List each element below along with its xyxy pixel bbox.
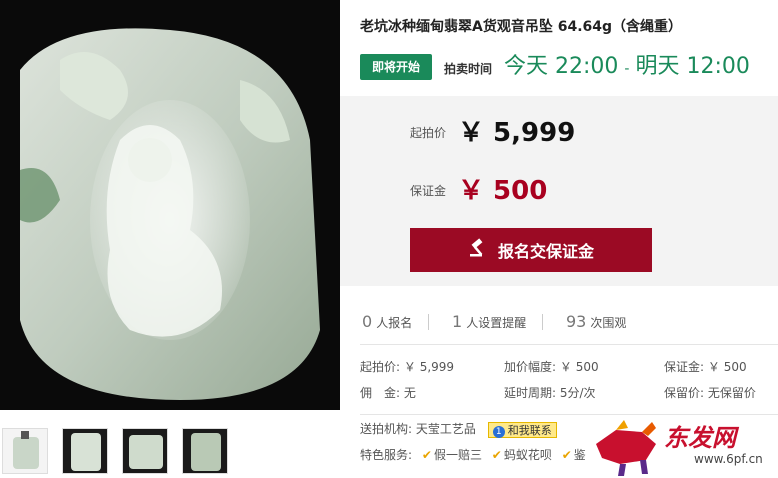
start-price-value: ￥ 5,999	[458, 118, 576, 148]
thumbnail-3[interactable]	[122, 428, 168, 474]
service-item: ✔ 鉴	[562, 446, 586, 463]
check-icon: ✔	[491, 448, 502, 462]
info-reserve: 保留价: 无保留价	[664, 384, 756, 401]
contact-label: 和我联系	[507, 423, 552, 437]
org-label: 送拍机构:	[360, 422, 413, 436]
services-row: 特色服务: ✔ 假一赔三 ✔ 蚂蚁花呗 ✔ 鉴	[360, 446, 586, 463]
signups-count: 0	[362, 312, 373, 331]
reminders-count: 1	[452, 312, 463, 331]
end-time: 明天 12:00	[635, 54, 750, 79]
watermark-url: www.6pf.cn	[694, 452, 763, 466]
check-icon: ✔	[561, 448, 572, 462]
auction-time-row: 即将开始 拍卖时间 今天 22:00- 明天 12:00	[360, 52, 778, 82]
info-extension: 延时周期: 5分/次	[504, 384, 596, 401]
service-text: 假一赔三	[433, 448, 482, 462]
views-label: 次围观	[590, 316, 627, 330]
stat-divider	[428, 314, 429, 330]
time-separator: -	[624, 61, 630, 77]
info-label: 佣 金:	[360, 386, 401, 400]
reminders-stat: 1 人设置提醒	[452, 312, 526, 331]
org-row: 送拍机构: 天莹工艺品 1 和我联系	[360, 420, 557, 438]
views-stat: 93 次围观	[566, 312, 626, 331]
bull-logo-icon	[596, 420, 656, 476]
reminders-label: 人设置提醒	[466, 316, 527, 330]
info-value: ￥ 500	[559, 360, 599, 374]
watermark-text: 东发网	[664, 424, 736, 452]
auction-time-range: 今天 22:00- 明天 12:00	[504, 52, 750, 84]
contact-button[interactable]: 1 和我联系	[487, 421, 557, 438]
info-value: ￥ 500	[707, 360, 747, 374]
views-count: 93	[566, 312, 587, 331]
auction-time-label: 拍卖时间	[444, 62, 493, 76]
thumbnail-4[interactable]	[182, 428, 228, 474]
info-label: 起拍价:	[360, 360, 401, 374]
signup-button-label: 报名交保证金	[497, 244, 594, 261]
thumbnail-strip	[0, 428, 340, 478]
auction-panel: 老坑冰种缅甸翡翠A货观音吊坠 64.64g（含绳重） 即将开始 拍卖时间 今天 …	[340, 0, 778, 478]
contact-icon: 1	[492, 425, 505, 438]
info-value: 5分/次	[559, 386, 596, 400]
service-text: 鉴	[573, 448, 586, 462]
product-main-image[interactable]	[0, 0, 340, 410]
info-value: 无保留价	[707, 386, 756, 400]
org-name-link[interactable]: 天莹工艺品	[416, 422, 476, 436]
info-label: 保留价:	[664, 386, 705, 400]
service-item: ✔ 假一赔三	[422, 446, 482, 463]
info-label: 保证金:	[664, 360, 705, 374]
start-time: 今天 22:00	[504, 54, 619, 79]
info-commission: 佣 金: 无	[360, 384, 416, 401]
thumbnail-1[interactable]	[2, 428, 48, 474]
site-watermark: 东发网 www.6pf.cn	[586, 414, 778, 478]
services-label: 特色服务:	[360, 448, 413, 462]
signups-stat: 0 人报名	[362, 312, 412, 331]
stats-row: 0 人报名 1 人设置提醒 93 次围观	[360, 312, 778, 334]
jade-pendant-illustration	[0, 0, 340, 410]
deposit-value: ￥ 500	[458, 176, 548, 206]
info-value: ￥ 5,999	[403, 360, 455, 374]
info-label: 加价幅度:	[504, 360, 557, 374]
info-increment: 加价幅度: ￥ 500	[504, 358, 599, 375]
service-text: 蚂蚁花呗	[503, 448, 552, 462]
info-deposit: 保证金: ￥ 500	[664, 358, 747, 375]
check-icon: ✔	[421, 448, 432, 462]
divider	[360, 344, 778, 345]
status-badge: 即将开始	[360, 54, 432, 80]
service-item: ✔ 蚂蚁花呗	[492, 446, 552, 463]
gavel-icon	[468, 237, 488, 263]
price-box: 起拍价 ￥ 5,999 保证金 ￥ 500 报名交保证金	[340, 96, 778, 286]
signups-label: 人报名	[376, 316, 413, 330]
product-title: 老坑冰种缅甸翡翠A货观音吊坠 64.64g（含绳重）	[360, 19, 683, 35]
info-label: 延时周期:	[504, 386, 557, 400]
thumbnail-2[interactable]	[62, 428, 108, 474]
info-value: 无	[403, 386, 416, 400]
signup-deposit-button[interactable]: 报名交保证金	[410, 228, 652, 272]
info-start-price: 起拍价: ￥ 5,999	[360, 358, 454, 375]
stat-divider	[542, 314, 543, 330]
